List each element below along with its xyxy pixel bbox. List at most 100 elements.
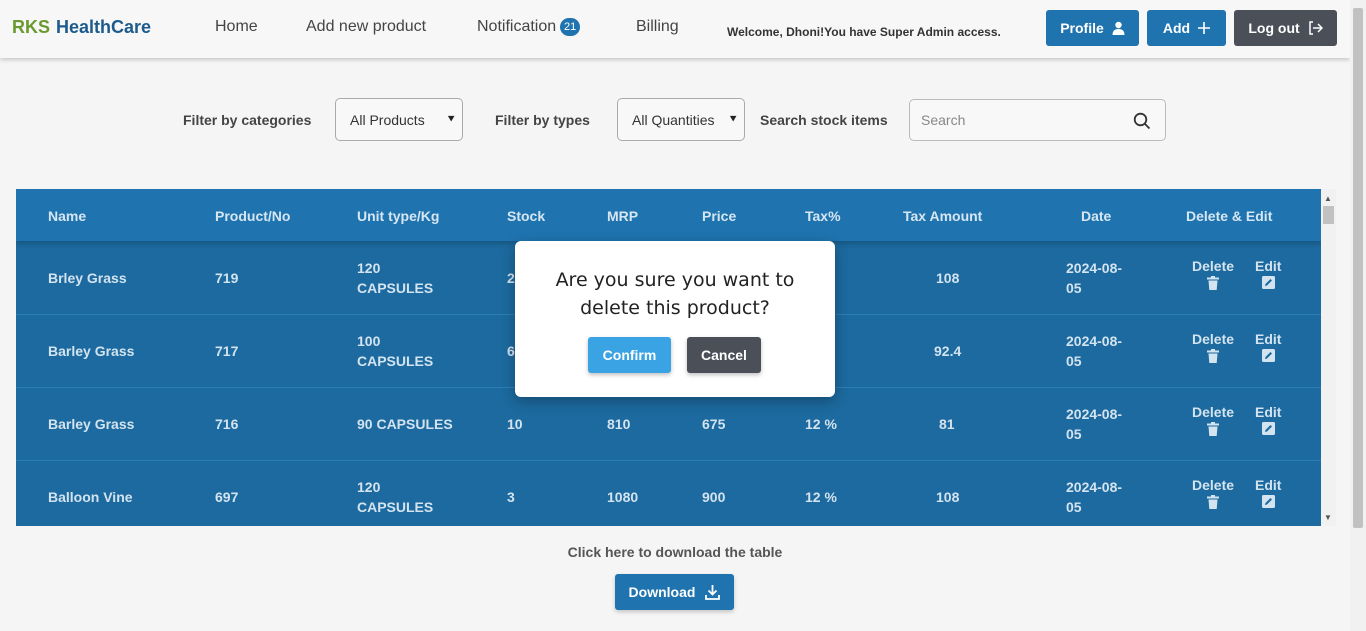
category-select[interactable]: All Products ⯆ [335, 98, 463, 141]
edit-label: Edit [1255, 404, 1282, 420]
plus-icon [1198, 22, 1211, 34]
header-date: Date [1081, 208, 1112, 224]
scroll-up-icon[interactable]: ▲ [1324, 194, 1332, 203]
trash-icon [1207, 349, 1220, 363]
cell-price: 675 [702, 416, 726, 432]
cell-unit-line1: 120 [357, 260, 381, 276]
cell-stock: 2 [507, 270, 515, 286]
edit-label: Edit [1255, 331, 1282, 347]
table-scrollbar[interactable] [1321, 189, 1336, 526]
brand-logo[interactable]: RKS HealthCare [12, 17, 151, 38]
search-placeholder: Search [921, 112, 966, 128]
nav-notification[interactable]: Notification 21 [477, 18, 581, 36]
scroll-down-icon[interactable]: ▼ [1324, 513, 1332, 522]
cell-product-no: 717 [215, 343, 239, 359]
profile-button-label: Profile [1060, 20, 1104, 36]
cell-stock: 3 [507, 489, 515, 505]
cell-product-no: 719 [215, 270, 239, 286]
table-row: Barley Grass 716 90 CAPSULES 10 810 675 … [16, 388, 1321, 461]
cell-stock: 6 [507, 343, 515, 359]
nav-add-new-product[interactable]: Add new product [306, 18, 426, 36]
header-product-no: Product/No [215, 208, 291, 224]
cell-unit-line2: CAPSULES [357, 280, 434, 296]
edit-button[interactable]: Edit [1255, 331, 1281, 362]
welcome-message: Welcome, Dhoni!You have Super Admin acce… [727, 25, 1001, 39]
cell-tax-amount: 81 [939, 416, 955, 432]
chevron-down-icon: ⯆ [446, 112, 456, 126]
cell-price: 900 [702, 489, 726, 505]
add-button-label: Add [1162, 20, 1191, 36]
cell-unit-line1: 90 CAPSULES [357, 416, 453, 432]
cell-date-line2: 05 [1066, 280, 1082, 296]
nav-home[interactable]: Home [215, 18, 258, 36]
table-scrollbar-thumb[interactable] [1323, 206, 1334, 224]
header-unit-type: Unit type/Kg [357, 208, 440, 224]
logout-button-label: Log out [1248, 20, 1300, 36]
cancel-button[interactable]: Cancel [687, 337, 761, 373]
download-button[interactable]: Download [615, 574, 734, 610]
trash-icon [1207, 495, 1220, 509]
download-icon [705, 584, 721, 600]
header-price: Price [702, 208, 737, 224]
edit-icon [1261, 422, 1275, 435]
trash-icon [1207, 276, 1220, 290]
cell-product-no: 697 [215, 489, 239, 505]
navbar: RKS HealthCare Home Add new product Notif… [0, 0, 1350, 58]
edit-label: Edit [1255, 477, 1282, 493]
brand-part-healthcare: HealthCare [56, 17, 152, 37]
delete-label: Delete [1192, 258, 1235, 274]
trash-icon [1207, 422, 1220, 436]
add-button[interactable]: Add [1147, 10, 1226, 46]
type-select-value: All Quantities [632, 111, 715, 128]
download-hint: Click here to download the table [567, 544, 783, 560]
search-input[interactable]: Search [909, 99, 1166, 141]
delete-confirm-dialog: Are you sure you want to delete this pro… [515, 241, 835, 397]
cell-date-line1: 2024-08- [1066, 406, 1123, 422]
cell-name: Barley Grass [48, 416, 135, 432]
confirm-button[interactable]: Confirm [588, 337, 671, 373]
logout-button[interactable]: Log out [1234, 10, 1337, 46]
page-scrollbar[interactable] [1350, 0, 1366, 631]
edit-icon [1261, 349, 1275, 362]
chevron-down-icon: ⯆ [728, 112, 738, 126]
edit-button[interactable]: Edit [1255, 404, 1281, 435]
logout-icon [1308, 21, 1323, 35]
cell-mrp: 810 [607, 416, 631, 432]
notification-count-badge: 21 [560, 18, 581, 36]
delete-label: Delete [1192, 331, 1235, 347]
header-tax-amount: Tax Amount [903, 208, 983, 224]
cell-date-line1: 2024-08- [1066, 333, 1123, 349]
cell-tax-amount: 108 [936, 270, 960, 286]
cell-tax: 12 % [805, 489, 837, 505]
search-label: Search stock items [760, 112, 888, 128]
brand-part-rks: RKS [12, 17, 51, 37]
filter-categories-label: Filter by categories [183, 112, 312, 128]
table-row: Balloon Vine 697 120 CAPSULES 3 1080 900… [16, 461, 1321, 526]
nav-notification-label: Notification [477, 18, 557, 35]
delete-button[interactable]: Delete [1192, 404, 1234, 436]
nav-billing[interactable]: Billing [636, 18, 679, 36]
delete-button[interactable]: Delete [1192, 258, 1234, 290]
cell-tax-amount: 92.4 [934, 343, 962, 359]
delete-label: Delete [1192, 477, 1235, 493]
dialog-message: Are you sure you want to delete this pro… [555, 269, 795, 319]
type-select[interactable]: All Quantities ⯆ [617, 98, 745, 141]
edit-icon [1261, 276, 1275, 289]
user-icon [1112, 21, 1125, 35]
edit-button[interactable]: Edit [1255, 477, 1281, 508]
cell-unit-line2: CAPSULES [357, 499, 434, 515]
cell-stock: 10 [507, 416, 523, 432]
edit-button[interactable]: Edit [1255, 258, 1281, 289]
cell-date-line2: 05 [1066, 499, 1082, 515]
header-name: Name [48, 208, 87, 224]
search-icon[interactable] [1133, 112, 1151, 130]
delete-button[interactable]: Delete [1192, 331, 1234, 363]
download-button-label: Download [628, 584, 696, 600]
page-scrollbar-thumb[interactable] [1353, 8, 1363, 528]
profile-button[interactable]: Profile [1046, 10, 1139, 46]
delete-label: Delete [1192, 404, 1235, 420]
delete-button[interactable]: Delete [1192, 477, 1234, 509]
cell-unit-line2: CAPSULES [357, 353, 434, 369]
header-stock: Stock [507, 208, 546, 224]
edit-icon [1261, 495, 1275, 508]
